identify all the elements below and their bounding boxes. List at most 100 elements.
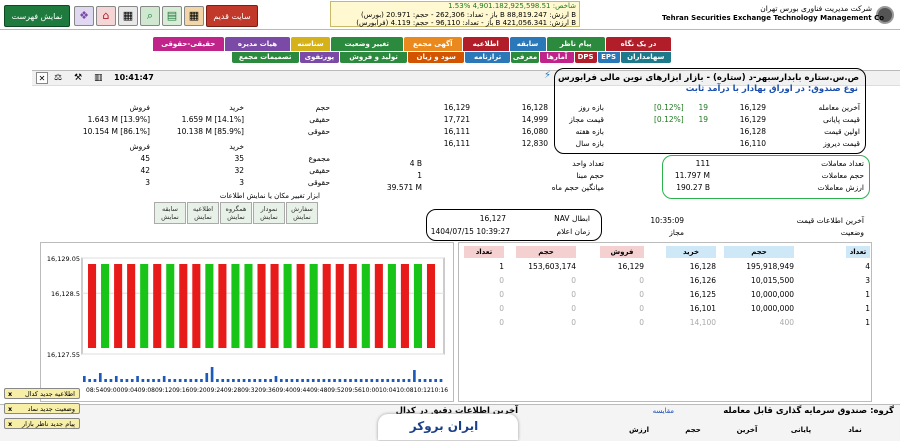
orderbook-cell: 16,128 [689, 262, 716, 271]
option-action[interactable]: نمایش [155, 213, 185, 221]
tab-4[interactable]: آگهی مجمع [403, 37, 462, 51]
nav-value: 16,127 [479, 214, 506, 223]
notice-item[interactable]: x اطلاعیه جدید کدال [4, 388, 80, 399]
tab2-3[interactable]: آمارها [540, 52, 574, 63]
closing-change: 19 [698, 115, 708, 124]
home-icon[interactable]: ⌂ [96, 6, 116, 26]
candle-bar [205, 264, 214, 348]
tab2-7[interactable]: تولید و فروش [340, 52, 408, 63]
tab2-5[interactable]: ترازنامه [465, 52, 510, 63]
tab-1[interactable]: پیام ناظر [546, 37, 605, 51]
settings-icon[interactable]: ✕ [36, 72, 48, 84]
market-index-box[interactable]: شاخص: 4,901.182,925,598.51 %1.53 (بورس) … [330, 1, 580, 27]
week-range-label: بازه هفته [575, 127, 604, 136]
notice-text: وضعیت جدید نماد [27, 405, 75, 413]
tool-icon-1[interactable]: ⚖ [54, 72, 68, 84]
volume-bar [429, 379, 432, 382]
candle-bar [127, 264, 136, 348]
tab-2[interactable]: سابقه [509, 37, 546, 51]
volume-bar [125, 379, 129, 382]
volume-bar [365, 379, 368, 382]
index-line-3: (فرابورس) باز - تعداد: 96,110 - حجم: 4.1… [356, 19, 576, 27]
close-icon[interactable]: x [5, 404, 12, 414]
grid-icon[interactable]: ▦ [118, 6, 138, 26]
option-0[interactable]: سفارش نمایش [286, 202, 318, 224]
org-name-en: Tehran Securities Exchange Technology Ma… [662, 14, 885, 22]
volume-bar [407, 379, 411, 382]
client-header: خرید [229, 103, 244, 112]
close-icon[interactable]: x [5, 389, 12, 399]
orderbook-cell: 0 [639, 276, 644, 285]
volume-bar [354, 379, 358, 382]
tab2-8[interactable]: پورتفوی [299, 52, 339, 63]
lightning-icon: ⚡ [544, 70, 552, 81]
tab-5[interactable]: تغییر وضعیت [331, 37, 403, 51]
option-action[interactable]: نمایش [221, 213, 251, 221]
candle-bar [101, 264, 110, 348]
option-action[interactable]: نمایش [254, 213, 284, 221]
orderbook-cell: 0 [499, 290, 504, 299]
trade-volume-value: 11.797 M [674, 171, 710, 180]
tab2-1[interactable]: EPS [597, 52, 620, 63]
x-tick-label: 10:00 [362, 387, 379, 394]
candle-bar [257, 264, 266, 348]
intraday-chart[interactable]: 16,129.0516,128.516,127.5508:54 09:00 09:0… [40, 242, 454, 402]
chart-icon[interactable]: ▤ [162, 6, 182, 26]
compare-link[interactable]: مقایسه [626, 407, 674, 415]
client-sell: 10.154 M [86.1%] [82, 127, 150, 136]
option-action[interactable]: نمایش [287, 213, 317, 221]
tab2-4[interactable]: معرفی [511, 52, 539, 63]
candle-bar [153, 264, 162, 348]
volume-bar [370, 379, 374, 382]
volume-bar [120, 379, 123, 382]
search-icon[interactable]: ⌕ [140, 6, 160, 26]
tab-8[interactable]: حقیقی-حقوقی [152, 37, 224, 51]
tab-7[interactable]: هیات مدیره [225, 37, 290, 51]
closing-pct: [0.12%] [654, 115, 684, 124]
calendar-icon[interactable]: ▦ [184, 6, 204, 26]
orderbook-cell: 16,126 [689, 276, 716, 285]
orderbook-cell: 1 [499, 262, 504, 271]
tab2-9[interactable]: تصمیمات مجمع [231, 52, 299, 63]
candle-bar [361, 264, 370, 348]
option-action[interactable]: نمایش [188, 213, 218, 221]
option-2[interactable]: همگروه نمایش [220, 202, 252, 224]
client-buy: 10.138 M [85.9%] [176, 127, 244, 136]
candle-bar [296, 264, 305, 348]
volume-bar [226, 379, 230, 382]
candle-bar [244, 264, 253, 348]
tab-6[interactable]: سناسنه [291, 37, 330, 51]
notice-item[interactable]: x وضعیت جدید نماد [4, 403, 80, 414]
volume-bar [253, 379, 257, 382]
option-4[interactable]: سابقه نمایش [154, 202, 186, 224]
tab-0[interactable]: در یک نگاه [606, 37, 671, 51]
volume-bar [136, 376, 139, 382]
close-icon[interactable]: x [5, 419, 12, 429]
option-label: نمودار [260, 205, 278, 213]
option-3[interactable]: اطلاعیه نمایش [187, 202, 219, 224]
last-trade-change: 19 [698, 103, 708, 112]
network-icon[interactable]: ❖ [74, 6, 94, 26]
option-1[interactable]: نمودار نمایش [253, 202, 285, 224]
client-row-label: حقوقی [307, 127, 330, 136]
year-range-low: 12,830 [521, 139, 548, 148]
notice-item[interactable]: x پیام جدید ناظر بازار [4, 418, 80, 429]
volume-bar [269, 379, 272, 382]
x-tick-label: 09:24 [207, 387, 224, 394]
x-tick-label: 09:04 [120, 387, 137, 394]
tab2-0[interactable]: سهامداران [620, 52, 671, 63]
tab2-2[interactable]: DPS [574, 52, 597, 63]
tab2-6[interactable]: سود و زیان [408, 52, 465, 63]
x-tick-label: 10:04 [379, 387, 396, 394]
tool-icon-3[interactable]: ▥ [94, 72, 108, 84]
tool-icon-2[interactable]: ⚒ [74, 72, 88, 84]
volume-bar [327, 379, 331, 382]
client-count-sell: 42 [140, 166, 150, 175]
y-tick-label: 16,129.05 [47, 255, 80, 263]
tab-3[interactable]: اطلاعیه [463, 37, 509, 51]
show-list-button[interactable]: نمایش فهرست [4, 5, 70, 27]
old-site-button[interactable]: سایت قدیم [206, 5, 258, 27]
x-tick-label: 09:12 [155, 387, 172, 394]
volume-bar [402, 379, 406, 382]
first-price-value: 16,128 [739, 127, 766, 136]
